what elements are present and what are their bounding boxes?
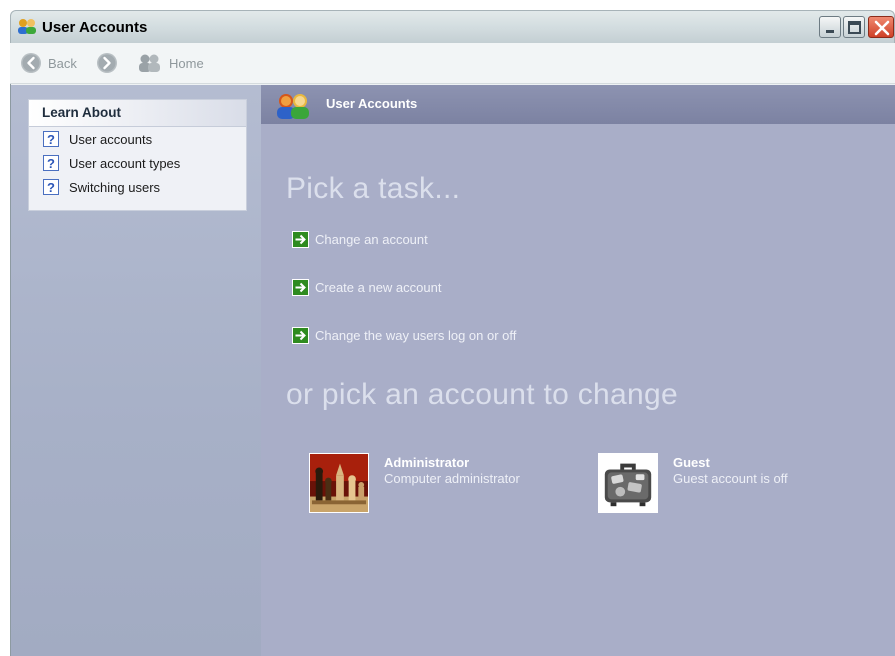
learn-item-switching-users[interactable]: ? Switching users — [29, 175, 246, 199]
home-label: Home — [169, 55, 204, 71]
main-header-title: User Accounts — [326, 96, 418, 111]
forward-arrow-icon — [97, 53, 117, 73]
task-label: Change an account — [315, 231, 428, 247]
user-accounts-icon — [277, 94, 309, 119]
minimize-icon — [826, 30, 834, 33]
task-label: Create a new account — [315, 279, 442, 295]
account-name: Administrator — [384, 455, 470, 470]
back-label: Back — [48, 55, 77, 71]
help-icon: ? — [43, 155, 59, 171]
help-icon: ? — [43, 179, 59, 195]
svg-text:?: ? — [47, 156, 55, 171]
learn-item-user-accounts[interactable]: ? User accounts — [29, 127, 246, 151]
help-icon: ? — [43, 131, 59, 147]
task-change-account[interactable]: Change an account — [292, 230, 428, 248]
account-type: Guest account is off — [673, 471, 788, 486]
forward-button[interactable] — [96, 52, 118, 74]
maximize-button[interactable] — [843, 16, 865, 38]
account-guest[interactable]: Guest Guest account is off — [598, 453, 788, 513]
home-users-icon — [139, 54, 160, 72]
pick-account-heading: or pick an account to change — [286, 378, 678, 411]
back-button[interactable]: Back — [20, 52, 77, 74]
suitcase-picture — [598, 453, 658, 513]
home-button[interactable]: Home — [137, 52, 204, 74]
green-arrow-icon — [292, 230, 309, 248]
account-administrator[interactable]: Administrator Computer administrator — [309, 453, 520, 513]
task-label: Change the way users log on or off — [315, 327, 517, 343]
learn-about-panel: Learn About ? User accounts ? User accou… — [28, 99, 247, 211]
task-create-account[interactable]: Create a new account — [292, 278, 441, 296]
account-type: Computer administrator — [384, 471, 520, 486]
svg-text:?: ? — [47, 132, 55, 147]
account-name: Guest — [673, 455, 710, 470]
account-info: Guest Guest account is off — [673, 455, 788, 513]
green-arrow-icon — [292, 278, 309, 296]
account-info: Administrator Computer administrator — [384, 455, 520, 513]
navigation-toolbar: Back Home — [10, 43, 895, 84]
title-bar: User Accounts — [10, 10, 895, 43]
task-pane-sidebar: Learn About ? User accounts ? User accou… — [11, 85, 261, 656]
chess-pieces-picture — [309, 453, 369, 513]
maximize-icon — [848, 21, 861, 34]
svg-text:?: ? — [47, 180, 55, 195]
learn-about-heading: Learn About — [29, 100, 246, 127]
close-button[interactable] — [868, 16, 894, 38]
pick-task-heading: Pick a task... — [286, 172, 461, 205]
minimize-button[interactable] — [819, 16, 841, 38]
learn-item-label: Switching users — [69, 179, 161, 195]
close-icon — [874, 20, 890, 36]
learn-item-label: User accounts — [69, 131, 153, 147]
learn-item-user-account-types[interactable]: ? User account types — [29, 151, 246, 175]
task-change-logon[interactable]: Change the way users log on or off — [292, 326, 516, 344]
main-panel: User Accounts Pick a task... Change an a… — [261, 85, 895, 656]
learn-item-label: User account types — [69, 155, 181, 171]
main-header: User Accounts — [261, 85, 895, 124]
user-accounts-icon — [18, 19, 36, 34]
back-arrow-icon — [21, 53, 41, 73]
window-title: User Accounts — [42, 19, 148, 36]
green-arrow-icon — [292, 326, 309, 344]
